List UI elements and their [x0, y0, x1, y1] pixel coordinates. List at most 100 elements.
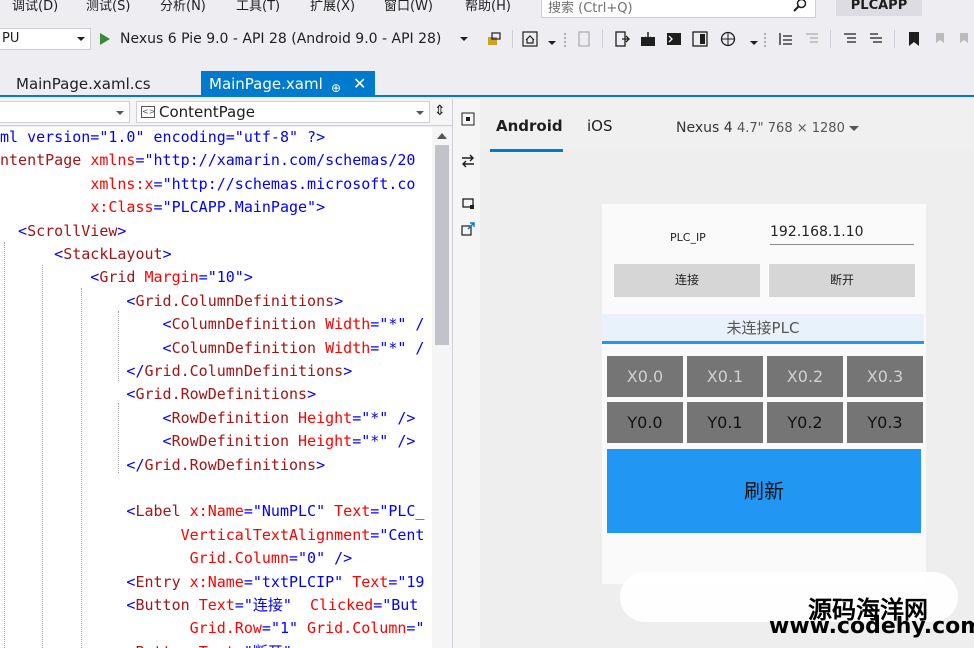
- split-view-icon[interactable]: ⇕: [434, 103, 446, 119]
- code-line[interactable]: </Grid.RowDefinitions>: [0, 454, 325, 477]
- device-spec[interactable]: 4.7" 768 × 1280: [737, 121, 845, 136]
- scroll-up-icon[interactable]: [437, 133, 447, 139]
- output-cell[interactable]: Y0.2: [767, 402, 843, 443]
- download-icon[interactable]: [640, 31, 656, 47]
- search-input[interactable]: 搜索 (Ctrl+Q): [541, 0, 816, 18]
- page-icon[interactable]: [576, 31, 592, 47]
- platform-dropdown[interactable]: PU: [0, 28, 91, 50]
- menu-test[interactable]: 测试(S): [86, 0, 130, 14]
- code-line[interactable]: <Entry x:Name="txtPLCIP" Text="19: [0, 571, 424, 594]
- refresh-button[interactable]: 刷新: [607, 449, 921, 533]
- output-cell[interactable]: Y0.1: [687, 402, 763, 443]
- menu-extensions[interactable]: 扩展(X): [310, 0, 355, 14]
- device-log-icon[interactable]: [692, 31, 708, 47]
- output-cell[interactable]: Y0.3: [847, 402, 923, 443]
- menu-debug[interactable]: 调试(D): [12, 0, 58, 14]
- code-line[interactable]: <ScrollView>: [0, 220, 126, 243]
- code-line[interactable]: <Button Text="连接" Clicked="But: [0, 594, 418, 617]
- code-token: />: [388, 432, 416, 451]
- menu-window[interactable]: 窗口(W): [384, 0, 433, 14]
- bookmark-icon[interactable]: [906, 31, 922, 47]
- device-home-icon[interactable]: [522, 31, 538, 47]
- menu-analyze[interactable]: 分析(N): [160, 0, 206, 14]
- code-line[interactable]: ml version="1.0" encoding="utf-8" ?>: [0, 127, 325, 149]
- pop-out-icon[interactable]: [461, 222, 475, 236]
- terminal-icon[interactable]: [666, 31, 682, 47]
- code-line[interactable]: VerticalTextAlignment="Cent: [0, 524, 425, 547]
- code-token: =: [370, 315, 380, 334]
- code-token: =: [135, 151, 145, 170]
- tab-label: MainPage.xaml.cs: [16, 75, 151, 93]
- code-line[interactable]: <ColumnDefinition Width="*" /: [0, 337, 425, 360]
- close-icon[interactable]: ✕: [353, 71, 366, 97]
- uncomment-icon[interactable]: [868, 31, 884, 47]
- output-cell[interactable]: Y0.0: [607, 402, 683, 443]
- plc-ip-entry[interactable]: 192.168.1.10: [770, 223, 914, 245]
- code-token: ml version="1.0" encoding="utf-8" ?>: [0, 128, 326, 146]
- chevron-down-icon[interactable]: [849, 126, 859, 131]
- code-editor[interactable]: ml version="1.0" encoding="utf-8" ?> nten…: [0, 127, 432, 648]
- tab-mainpage-xaml-cs[interactable]: MainPage.xaml.cs: [8, 71, 159, 97]
- run-target-dropdown-icon[interactable]: [460, 37, 468, 41]
- code-token: Grid.RowDefinitions: [135, 385, 308, 404]
- scroll-thumb[interactable]: [435, 145, 449, 345]
- code-line[interactable]: </Grid.ColumnDefinitions>: [0, 360, 352, 383]
- code-line[interactable]: <Label x:Name="NumPLC" Text="PLC_: [0, 500, 424, 523]
- scope-dropdown[interactable]: [0, 101, 130, 123]
- code-line[interactable]: <Grid.RowDefinitions>: [0, 383, 316, 406]
- connect-button[interactable]: 连接: [614, 264, 760, 297]
- code-line[interactable]: <Grid.ColumnDefinitions>: [0, 290, 343, 313]
- vertical-scrollbar[interactable]: [432, 127, 452, 648]
- outdent-icon[interactable]: [804, 31, 820, 47]
- dropdown-small-icon[interactable]: [544, 31, 560, 47]
- indent-icon[interactable]: [778, 31, 794, 47]
- menu-tools[interactable]: 工具(T): [236, 0, 280, 14]
- comment-icon[interactable]: [842, 31, 858, 47]
- tab-mainpage-xaml[interactable]: MainPage.xaml ⊕ ✕: [201, 71, 375, 97]
- code-token: RowDefinition: [171, 432, 299, 451]
- run-button[interactable]: Nexus 6 Pie 9.0 - API 28 (Android 9.0 - …: [100, 28, 441, 50]
- code-token: =: [153, 198, 163, 217]
- code-line[interactable]: ntentPage xmlns="http://xamarin.com/sche…: [0, 149, 415, 172]
- tab-ios[interactable]: iOS: [587, 117, 613, 135]
- active-platform-underline: [490, 149, 563, 152]
- prev-bookmark-icon[interactable]: [932, 31, 948, 47]
- code-line[interactable]: <Button Text="断开": [0, 641, 291, 648]
- search-placeholder: 搜索 (Ctrl+Q): [548, 1, 633, 16]
- member-dropdown[interactable]: <> ContentPage: [136, 101, 430, 123]
- code-line[interactable]: <RowDefinition Height="*" />: [0, 407, 416, 430]
- code-line[interactable]: Grid.Column="0" />: [0, 547, 353, 570]
- code-token: <: [0, 408, 172, 427]
- globe-icon[interactable]: [720, 31, 736, 47]
- code-line[interactable]: xmlns:x="http://schemas.microsoft.co: [0, 173, 415, 196]
- code-token: <: [0, 221, 28, 240]
- code-token: ScrollView: [27, 221, 118, 240]
- design-view-icon[interactable]: [461, 112, 475, 126]
- code-line[interactable]: Grid.Row="1" Grid.Column=": [0, 617, 425, 640]
- device-frame-icon[interactable]: [461, 197, 475, 211]
- code-token: "*": [361, 432, 389, 451]
- code-line[interactable]: <RowDefinition Height="*" />: [0, 430, 416, 453]
- code-line[interactable]: x:Class="PLCAPP.MainPage">: [0, 196, 325, 219]
- pin-icon[interactable]: ⊕: [331, 75, 341, 101]
- code-token: "NumPLC": [252, 502, 326, 521]
- swap-icon[interactable]: [461, 154, 475, 168]
- disconnect-button[interactable]: 断开: [769, 264, 915, 297]
- code-line[interactable]: <Grid Margin="10">: [0, 266, 253, 289]
- watermark-url: www.codehy.com: [769, 614, 974, 639]
- export-icon[interactable]: [614, 31, 630, 47]
- code-line[interactable]: <ColumnDefinition Width="*" /: [0, 313, 425, 336]
- next-bookmark-icon[interactable]: [956, 31, 972, 47]
- device-name[interactable]: Nexus 4: [676, 120, 733, 136]
- code-token: Text: [198, 596, 235, 614]
- code-token: =: [234, 596, 244, 614]
- code-line[interactable]: <StackLayout>: [0, 243, 171, 266]
- code-token: Grid: [99, 268, 145, 287]
- code-token: ColumnDefinition: [171, 338, 326, 357]
- menu-help[interactable]: 帮助(H): [465, 0, 511, 14]
- attach-process-icon[interactable]: [486, 31, 502, 47]
- tab-android[interactable]: Android: [496, 117, 563, 135]
- code-token: />: [325, 549, 353, 568]
- code-token: Width: [325, 315, 371, 334]
